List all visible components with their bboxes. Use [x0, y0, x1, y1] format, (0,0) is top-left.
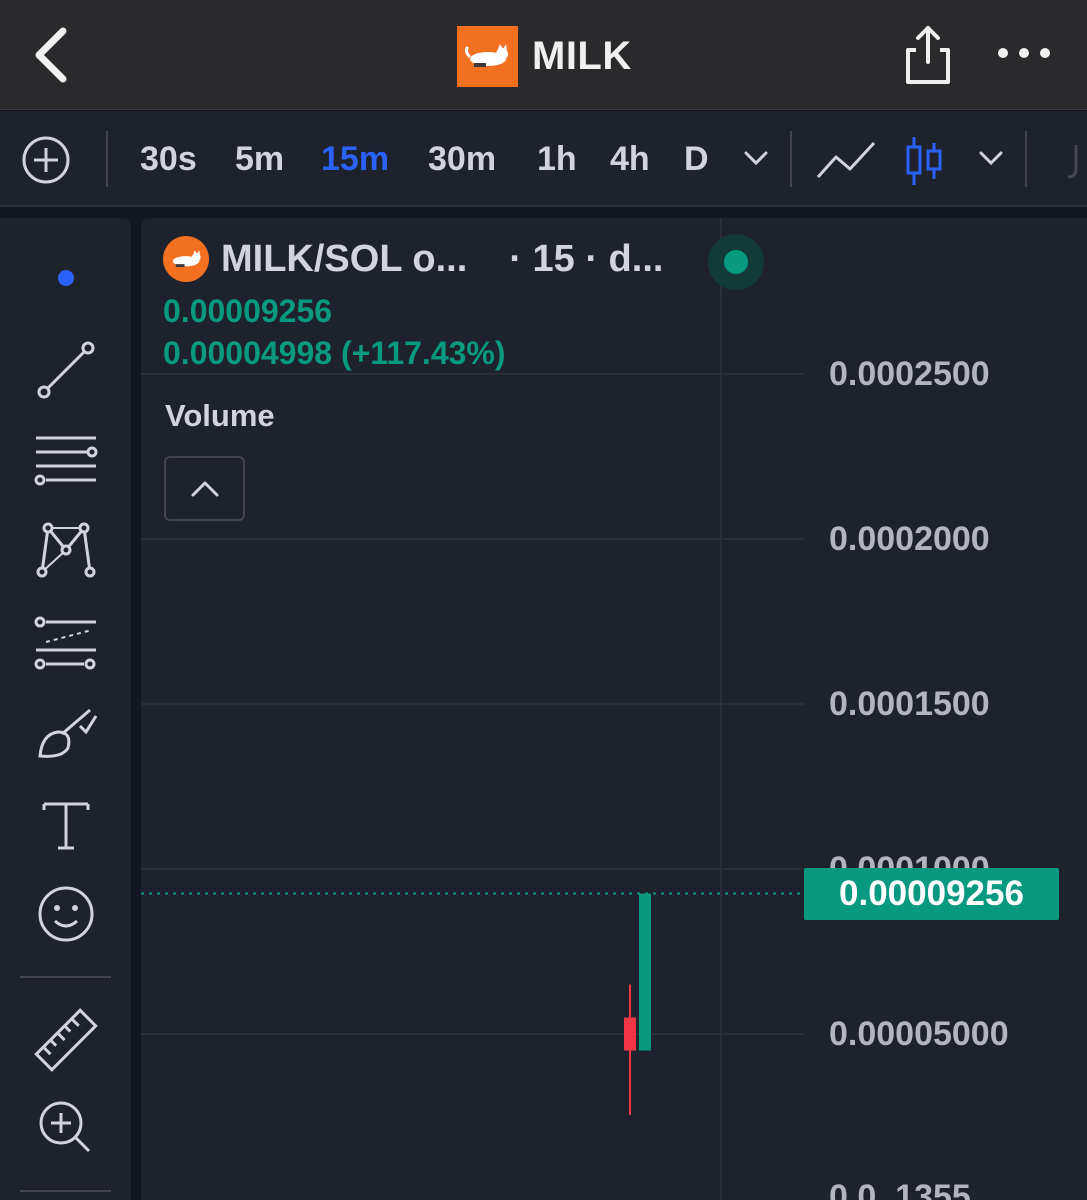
- volume-pane-label: Volume: [165, 398, 275, 433]
- page-title: MILK: [532, 33, 632, 78]
- market-status-indicator[interactable]: [708, 234, 764, 290]
- drawing-tools-panel: [0, 218, 131, 1200]
- candle-body: [624, 1017, 636, 1051]
- tools-divider: [20, 1190, 111, 1192]
- fib-lines-icon: [34, 436, 98, 486]
- timeframe-30m[interactable]: 30m: [428, 137, 496, 181]
- legend-symbol[interactable]: MILK/SOL o...: [221, 238, 467, 281]
- token-logo: [457, 25, 518, 87]
- zoom-in-icon: [39, 1101, 91, 1153]
- more-dot: [1019, 48, 1029, 58]
- forecast-tool[interactable]: [30, 610, 102, 674]
- toolbar-divider: [106, 131, 108, 187]
- text-tool[interactable]: [30, 792, 102, 856]
- emoji-tool[interactable]: [30, 882, 102, 946]
- add-symbol-button[interactable]: [20, 134, 72, 186]
- candlestick-icon: [906, 137, 942, 185]
- top-navigation-bar: MILK: [0, 0, 1087, 110]
- price-axis-label: 0.00005000: [829, 1015, 1009, 1053]
- crosshair-dot-icon[interactable]: [58, 270, 74, 286]
- chevron-left-icon: [35, 27, 67, 83]
- share-button[interactable]: [900, 22, 956, 88]
- plus-circle-icon: [22, 136, 70, 184]
- current-price-tag: 0.00009256: [804, 868, 1059, 920]
- indicators-button[interactable]: [1062, 141, 1087, 181]
- cat-logo-icon: [172, 250, 201, 268]
- timeframe-1h[interactable]: 1h: [537, 137, 577, 181]
- more-horizontal-icon: [998, 48, 1008, 58]
- chevron-down-icon: [744, 151, 768, 166]
- legend-change: 0.00004998 (+117.43%): [163, 335, 506, 371]
- back-button[interactable]: [26, 24, 76, 86]
- more-options-button[interactable]: [998, 38, 1050, 68]
- token-title: MILK: [457, 25, 632, 87]
- text-icon: [42, 802, 90, 850]
- price-axis-label: 0.0002000: [829, 520, 990, 558]
- trend-line-icon: [37, 341, 95, 399]
- ruler-tool[interactable]: [30, 1008, 102, 1072]
- chart-toolbar: 30s 5m 15m 30m 1h 4h D: [0, 111, 1087, 207]
- ruler-icon: [34, 1008, 98, 1072]
- chart-legend: MILK/SOL o... · 15 · d... 0.00009256 0.0…: [163, 236, 663, 374]
- chevron-down-icon: [979, 151, 1003, 166]
- price-axis-label: 0.0002500: [829, 355, 990, 393]
- legend-last-price: 0.00009256: [163, 293, 333, 329]
- xabcd-pattern-icon: [36, 522, 96, 578]
- candles-chart-type-button[interactable]: [904, 135, 944, 192]
- tools-divider: [20, 976, 111, 978]
- chart-type-dropdown-button[interactable]: [977, 147, 1005, 174]
- timeframe-5m[interactable]: 5m: [235, 137, 284, 181]
- horizontal-lines-tool[interactable]: [30, 428, 102, 492]
- more-dot: [1040, 48, 1050, 58]
- smiley-icon: [38, 886, 94, 942]
- trend-line-tool[interactable]: [30, 338, 102, 402]
- token-logo: [163, 236, 209, 282]
- price-axis-label: 0.0001500: [829, 685, 990, 723]
- price-axis-label: 0.0_1355: [829, 1178, 971, 1200]
- timeframe-30s[interactable]: 30s: [140, 137, 197, 181]
- toolbar-divider: [790, 131, 792, 187]
- collapse-legend-button[interactable]: [164, 456, 245, 521]
- line-chart-type-button[interactable]: [816, 137, 878, 188]
- timeframe-15m[interactable]: 15m: [321, 137, 389, 181]
- brush-tool[interactable]: [30, 702, 102, 766]
- timeframe-4h[interactable]: 4h: [610, 137, 650, 181]
- cat-logo-icon: [464, 44, 508, 67]
- timeframe-dropdown-button[interactable]: [742, 147, 770, 174]
- line-chart-icon: [816, 141, 876, 179]
- candle-body: [639, 893, 651, 1051]
- legend-header: MILK/SOL o... · 15 · d...: [163, 236, 663, 282]
- share-icon: [906, 26, 950, 84]
- toolbar-divider: [1025, 131, 1027, 187]
- zoom-in-tool[interactable]: [30, 1096, 102, 1160]
- chart-pane[interactable]: MILK/SOL o... · 15 · d... 0.00009256 0.0…: [141, 218, 1087, 1200]
- prediction-icon: [34, 616, 96, 670]
- chevron-up-icon: [191, 481, 218, 496]
- legend-interval-source[interactable]: · 15 · d...: [509, 238, 663, 281]
- indicator-icon: [1067, 145, 1078, 179]
- timeframe-d[interactable]: D: [684, 137, 709, 181]
- brush-icon: [38, 708, 98, 758]
- pattern-tool[interactable]: [30, 518, 102, 582]
- live-status-icon: [724, 250, 748, 274]
